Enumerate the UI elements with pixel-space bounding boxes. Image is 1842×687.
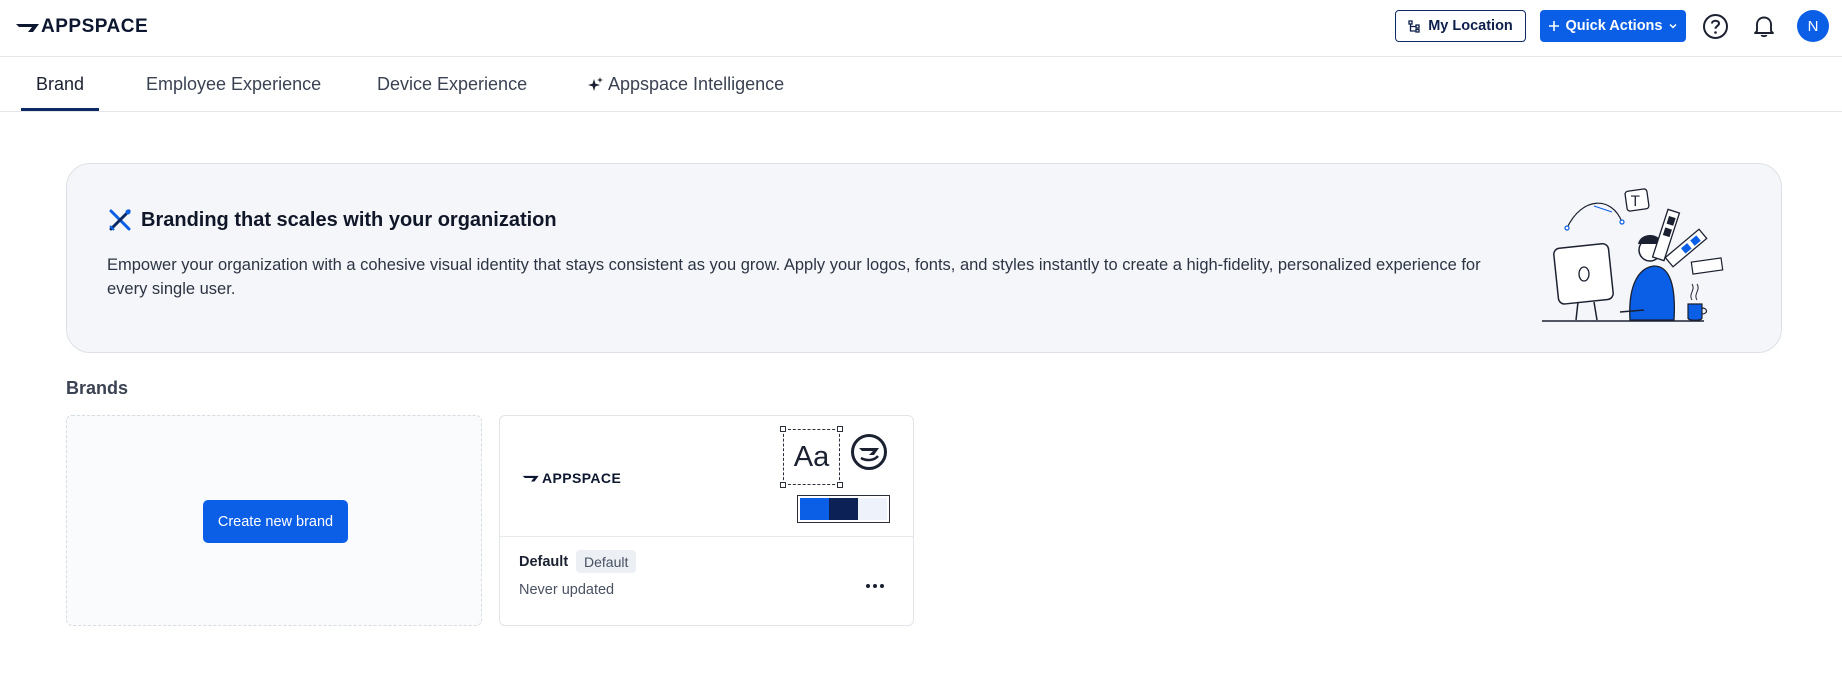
- design-tools-icon: [109, 209, 131, 231]
- help-button[interactable]: [1701, 12, 1729, 40]
- banner-title-text: Branding that scales with your organizat…: [141, 208, 557, 231]
- swatch-tertiary: [858, 498, 887, 520]
- brands-section-title: Brands: [66, 378, 129, 398]
- sparkle-icon: [588, 77, 603, 91]
- location-tree-icon: [1408, 19, 1420, 33]
- font-sample-text: Aa: [793, 440, 830, 473]
- tab-device-experience[interactable]: Device Experience: [377, 57, 527, 112]
- help-icon: [1702, 13, 1728, 39]
- logo-mark-icon: [16, 24, 39, 32]
- swatch-primary: [800, 498, 829, 520]
- tab-appspace-intelligence-label: Appspace Intelligence: [608, 74, 785, 94]
- default-badge: Default: [576, 550, 637, 573]
- brand-preview: APPSPACE Aa: [500, 416, 913, 537]
- plus-icon: [1548, 21, 1559, 31]
- resize-handle: [780, 482, 786, 488]
- brand-mark-icon: [851, 434, 887, 470]
- font-sample: Aa: [780, 426, 843, 488]
- appspace-logo[interactable]: APPSPACE: [15, 16, 149, 37]
- more-dot-icon: [880, 584, 884, 588]
- resize-handle: [780, 426, 786, 432]
- svg-text:T: T: [1630, 194, 1640, 210]
- tab-employee-experience[interactable]: Employee Experience: [146, 57, 321, 112]
- more-dot-icon: [873, 584, 877, 588]
- resize-handle: [837, 482, 843, 488]
- chevron-down-icon: [1669, 23, 1678, 29]
- logo-mark-icon: [522, 475, 539, 482]
- resize-handle: [837, 426, 843, 432]
- branding-banner: Branding that scales with your organizat…: [66, 163, 1782, 353]
- my-location-label: My Location: [1428, 18, 1513, 34]
- quick-actions-label: Quick Actions: [1565, 18, 1663, 34]
- brand-name: Default: [519, 554, 569, 570]
- tab-appspace-intelligence[interactable]: Appspace Intelligence: [587, 57, 784, 112]
- user-avatar[interactable]: N: [1797, 10, 1829, 42]
- banner-title: Branding that scales with your organizat…: [107, 207, 557, 233]
- brand-logo: APPSPACE: [522, 470, 621, 486]
- swatch-secondary: [829, 498, 858, 520]
- create-new-brand-button[interactable]: Create new brand: [203, 500, 348, 543]
- more-dot-icon: [866, 584, 870, 588]
- tab-brand[interactable]: Brand: [36, 57, 84, 112]
- brand-updated-status: Never updated: [519, 582, 615, 598]
- quick-actions-button[interactable]: Quick Actions: [1540, 10, 1686, 42]
- create-brand-card: Create new brand: [66, 415, 482, 626]
- brand-card[interactable]: APPSPACE Aa Default Default Never update…: [499, 415, 914, 626]
- logo-text: APPSPACE: [41, 16, 149, 37]
- top-bar: APPSPACE My Location Quick Actions N: [0, 0, 1842, 57]
- bell-icon: [1754, 16, 1774, 38]
- active-tab-indicator: [21, 108, 99, 111]
- notifications-button[interactable]: [1750, 12, 1778, 40]
- banner-description: Empower your organization with a cohesiv…: [107, 256, 1481, 298]
- brand-logo-text: APPSPACE: [542, 470, 622, 486]
- more-options-button[interactable]: [862, 576, 888, 596]
- designer-illustration: T: [1542, 188, 1724, 322]
- section-tabs: Brand Employee Experience Device Experie…: [0, 57, 1842, 112]
- color-swatches: [797, 495, 890, 523]
- my-location-button[interactable]: My Location: [1395, 10, 1526, 42]
